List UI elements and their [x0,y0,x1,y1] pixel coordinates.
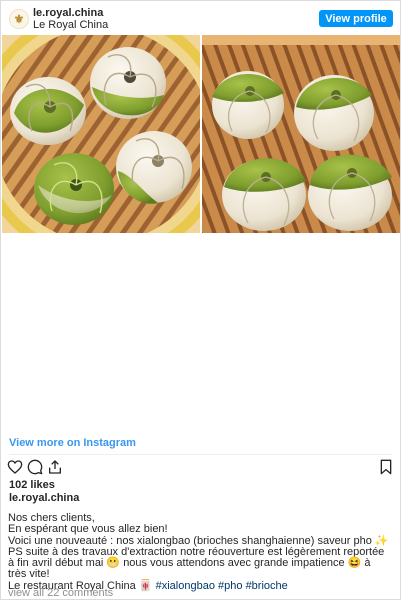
post-caption: Nos chers clients, En espérant que vous … [8,512,396,592]
dumpling [10,77,86,145]
profile-avatar[interactable]: ⚜ [9,9,29,29]
view-more-link[interactable]: View more on Instagram [9,437,136,449]
dumpling [308,154,392,231]
dumpling [294,75,374,151]
instagram-embed-card: ⚜ le.royal.china Le Royal China View pro… [0,0,401,600]
share-icon[interactable] [47,459,63,475]
header-username[interactable]: le.royal.china [33,7,103,19]
caption-line: En espérant que vous allez bien! [8,523,168,536]
dumpling-photo [2,35,400,233]
hashtag-link[interactable]: #xialongbao [156,580,215,592]
caption-username[interactable]: le.royal.china [9,492,79,504]
comment-icon[interactable] [27,459,43,475]
header-display-name: Le Royal China [33,19,109,31]
action-bar [7,459,395,477]
hashtag-link[interactable]: #brioche [246,580,288,592]
dumpling [90,47,166,119]
post-image[interactable] [2,35,400,233]
caption-line: à fin avril début mai 😬 nous vous attend… [8,557,371,570]
post-header: ⚜ le.royal.china Le Royal China View pro… [1,1,400,35]
dumpling [212,71,284,139]
avatar-logo: ⚜ [13,12,25,26]
view-profile-button[interactable]: View profile [319,10,393,27]
dumpling [34,153,114,225]
heart-icon[interactable] [7,459,23,475]
hashtag-link[interactable]: #pho [218,580,242,592]
right-photo [202,35,400,233]
bookmark-icon[interactable] [378,459,394,475]
likes-count[interactable]: 102 likes [9,479,55,491]
media-blank-area [2,233,400,429]
left-photo [2,35,230,233]
divider [9,454,392,455]
view-comments-link[interactable]: view all 22 comments [8,587,113,599]
